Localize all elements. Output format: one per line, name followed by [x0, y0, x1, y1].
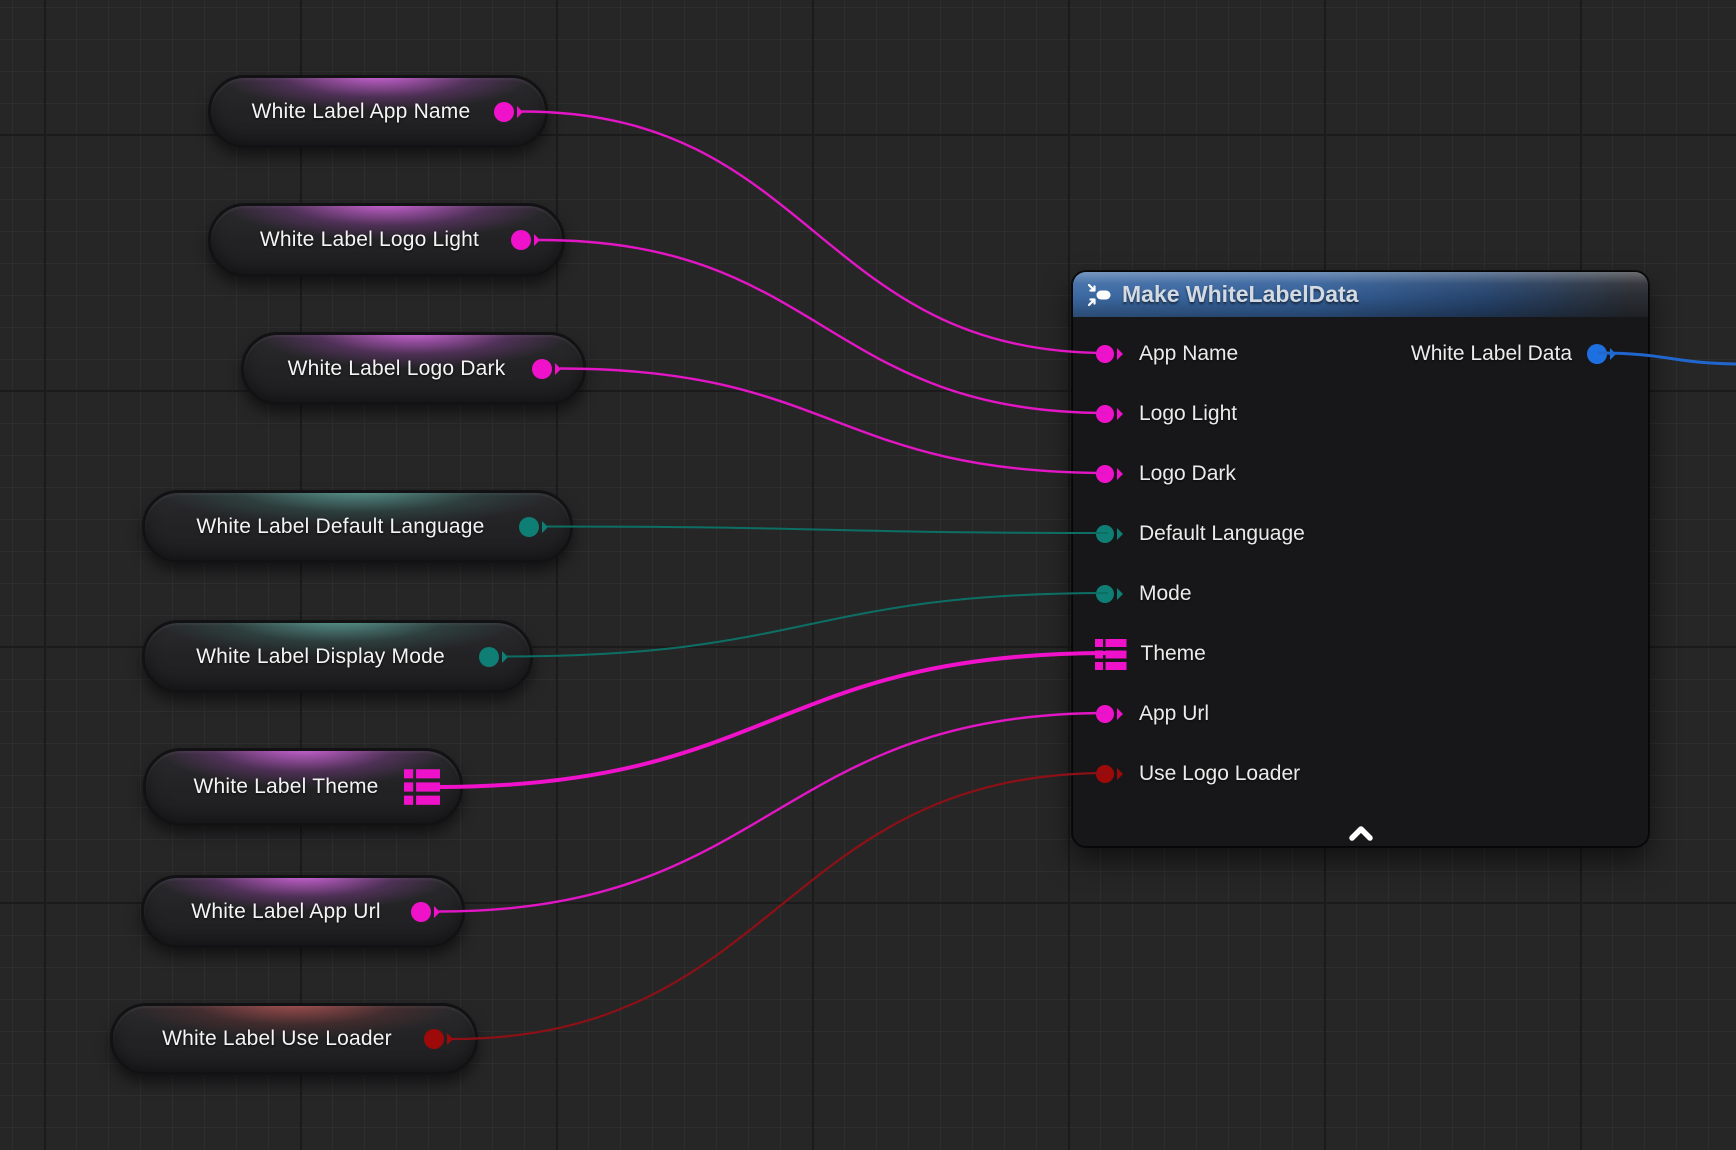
blueprint-canvas[interactable]: White Label App Name White Label Logo Li…: [0, 0, 1736, 1150]
variable-node-logo-dark[interactable]: White Label Logo Dark: [241, 332, 586, 405]
variable-node-display-mode[interactable]: White Label Display Mode: [142, 620, 533, 693]
output-pin[interactable]: [493, 100, 525, 124]
output-pin[interactable]: [423, 1027, 455, 1051]
variable-node-app-name[interactable]: White Label App Name: [208, 75, 548, 148]
output-pin[interactable]: [531, 357, 563, 381]
variable-node-default-language[interactable]: White Label Default Language: [142, 490, 573, 563]
output-pin[interactable]: [410, 900, 442, 924]
variable-node-label: White Label Default Language: [145, 515, 570, 539]
output-pin[interactable]: [510, 228, 542, 252]
variable-node-label: White Label Use Loader: [113, 1027, 475, 1051]
variable-node-logo-light[interactable]: White Label Logo Light: [208, 203, 565, 277]
variable-nodes-layer: White Label App Name White Label Logo Li…: [0, 0, 1736, 1150]
variable-node-label: White Label Display Mode: [145, 645, 530, 669]
output-pin[interactable]: [478, 645, 510, 669]
make-struct-icon: [1086, 282, 1112, 308]
output-pin[interactable]: [518, 515, 550, 539]
variable-node-app-url[interactable]: White Label App Url: [141, 875, 465, 948]
struct-pin-icon[interactable]: [404, 769, 440, 805]
variable-node-theme[interactable]: White Label Theme: [143, 748, 463, 826]
variable-node-use-loader[interactable]: White Label Use Loader: [110, 1003, 478, 1075]
node-title: Make WhiteLabelData: [1122, 281, 1358, 308]
